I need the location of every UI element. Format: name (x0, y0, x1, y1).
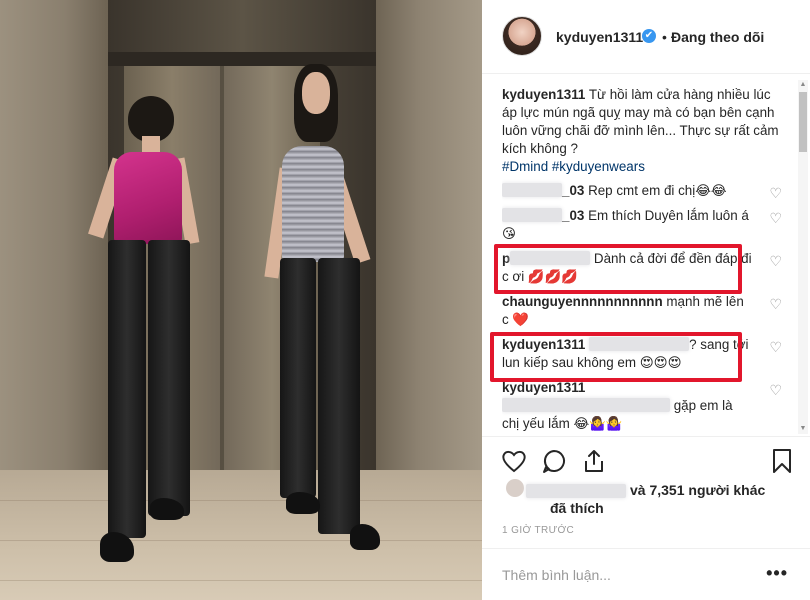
share-icon[interactable] (580, 447, 608, 475)
separator-dot: • (662, 29, 667, 45)
scrollbar-thumb[interactable] (799, 92, 807, 152)
comment-username[interactable]: p (502, 251, 510, 266)
post-author-username[interactable]: kyduyen1311 (556, 29, 643, 45)
figure-left-pants (108, 240, 146, 538)
verified-badge-icon: ✔ (642, 29, 656, 43)
comment-item: _03 Em thích Duyên lắm luôn á😘 ♡ (502, 207, 782, 243)
comment-item: chaunguyennnnnnnnnnn mạnh mẽ lên c ❤️ ♡ (502, 293, 782, 329)
redacted-username (502, 208, 562, 222)
comment-item: _03 Rep cmt em đi chị😂😂 ♡ (502, 182, 782, 202)
heart-icon[interactable]: ♡ (769, 252, 782, 270)
caption-username[interactable]: kyduyen1311 (502, 87, 585, 102)
figure-right-pants (280, 258, 316, 498)
wall-right (376, 0, 482, 470)
redacted-username (510, 251, 591, 265)
floor-line (0, 540, 482, 541)
figure-left-pants (148, 240, 190, 516)
floor-line (0, 500, 482, 501)
comment-item: kyduyen1311 gặp em là chị yếu lắm 😂🤷‍♀️🤷… (502, 379, 782, 433)
figure-right-pants (318, 258, 360, 534)
redacted-mention (502, 398, 670, 412)
following-button[interactable]: Đang theo dõi (671, 29, 764, 45)
more-options-icon[interactable]: ••• (766, 563, 788, 584)
likes-count[interactable]: và 7,351 người khác (630, 482, 765, 498)
scroll-down-icon[interactable]: ▼ (798, 424, 808, 434)
comment-username[interactable]: _03 (562, 208, 584, 223)
heart-icon[interactable]: ♡ (769, 381, 782, 399)
add-comment-section: ••• (482, 548, 810, 600)
comment-item: p Dành cả đời để đền đáp đi c ơi 💋💋💋 ♡ (502, 250, 782, 286)
heart-icon[interactable]: ♡ (769, 338, 782, 356)
heart-icon[interactable]: ♡ (769, 295, 782, 313)
comment-icon[interactable] (540, 447, 568, 475)
comment-username[interactable]: chaunguyennnnnnnnnnn (502, 294, 663, 309)
figure-right-top (282, 146, 344, 262)
redacted-username (502, 183, 562, 197)
bookmark-icon[interactable] (768, 447, 796, 475)
comment-username[interactable]: _03 (562, 183, 584, 198)
scroll-up-icon[interactable]: ▲ (798, 80, 808, 90)
heart-icon[interactable] (500, 447, 528, 475)
comment-feed[interactable]: kyduyen1311 Từ hồi làm cửa hàng nhiều lú… (502, 86, 782, 434)
figure-right-face (302, 72, 330, 114)
post-actions: và 7,351 người khác đã thích 1 GIỜ TRƯỚC (482, 436, 810, 556)
post-header: kyduyen1311 ✔ • Đang theo dõi (482, 0, 810, 74)
heart-icon[interactable]: ♡ (769, 184, 782, 202)
redacted-mention (589, 337, 690, 351)
post-side-panel: kyduyen1311 ✔ • Đang theo dõi kyduyen131… (482, 0, 810, 600)
comment-text: Rep cmt em đi chị😂😂 (584, 183, 727, 198)
likes-tail: đã thích (550, 500, 604, 516)
post-photo[interactable] (0, 0, 482, 600)
post-caption: kyduyen1311 Từ hồi làm cửa hàng nhiều lú… (502, 86, 782, 176)
elevator-header (108, 52, 376, 66)
floor-line (0, 580, 482, 581)
add-comment-input[interactable] (502, 565, 742, 585)
redacted-liker (526, 484, 626, 498)
liker-avatar[interactable] (506, 479, 524, 497)
comment-username[interactable]: kyduyen1311 (502, 337, 585, 352)
heart-icon[interactable]: ♡ (769, 209, 782, 227)
comment-item: kyduyen1311 ? sang tới lun kiếp sau khôn… (502, 336, 782, 372)
figure-left-top (114, 152, 182, 244)
avatar[interactable] (502, 16, 542, 56)
post-timestamp[interactable]: 1 GIỜ TRƯỚC (502, 525, 574, 536)
comment-username[interactable]: kyduyen1311 (502, 380, 585, 395)
caption-hashtags[interactable]: #Dmind #kyduyenwears (502, 159, 645, 174)
